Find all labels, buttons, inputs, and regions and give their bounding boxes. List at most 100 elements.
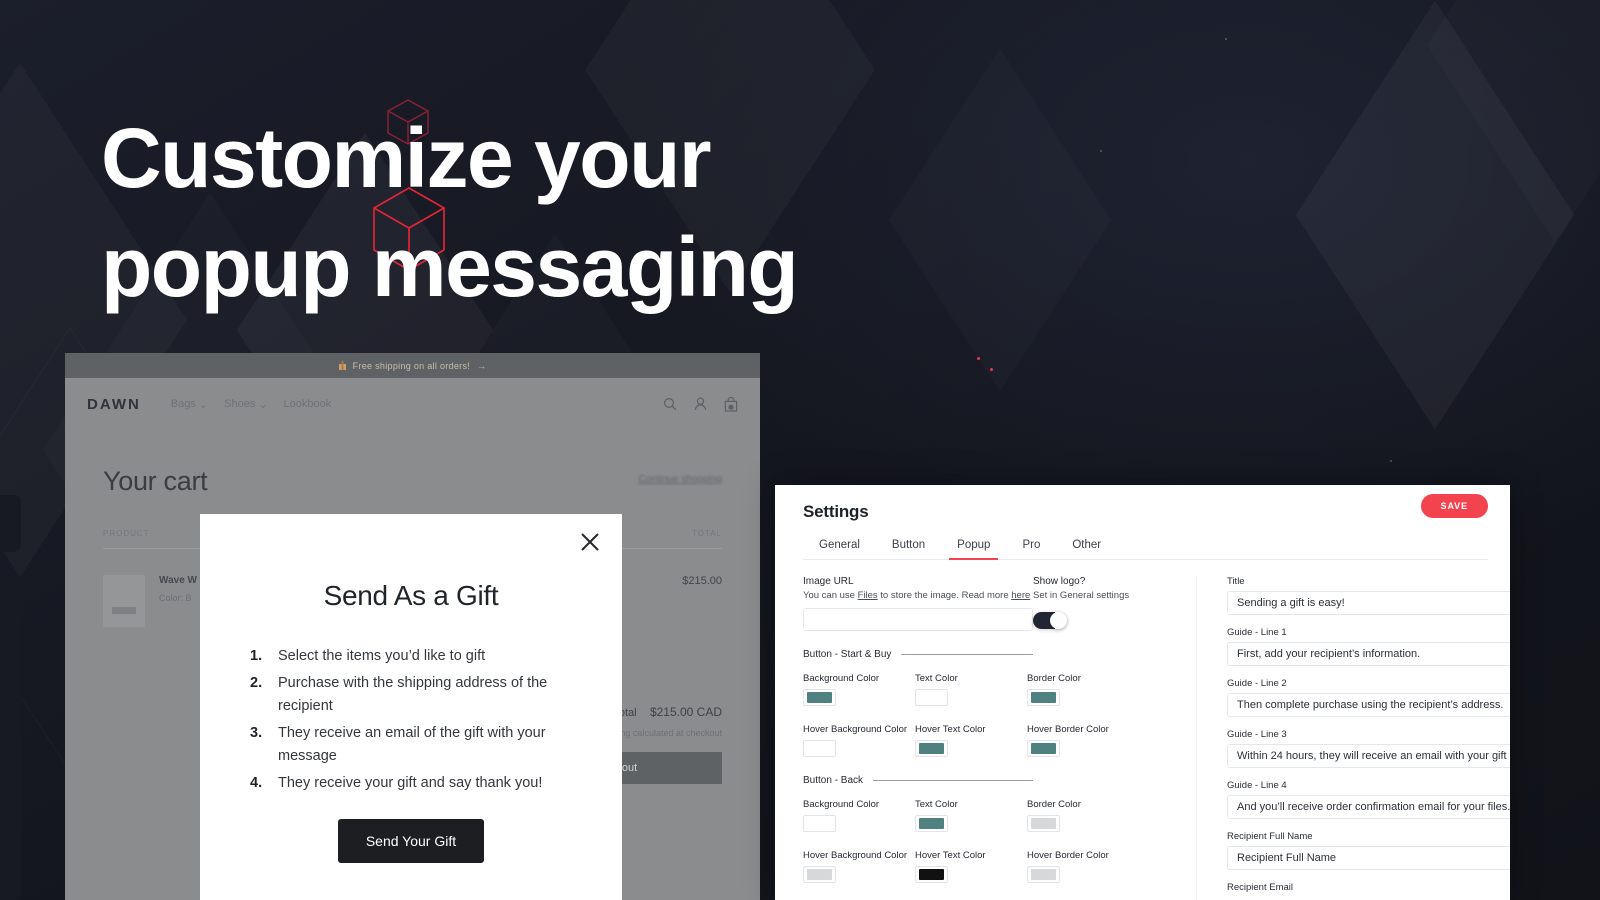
color-swatch	[807, 869, 832, 880]
color-row: Background Color Text Color Border Color	[803, 673, 1081, 706]
store-nav-links: Bags ⌄ Shoes ⌄ Lookbook	[171, 398, 331, 411]
settings-tabs: General Button Popup Pro Other	[803, 534, 1488, 560]
color-swatch-button[interactable]	[803, 866, 836, 883]
column-header-total: TOTAL	[691, 529, 722, 538]
image-url-field: Image URL You can use Files to store the…	[803, 576, 1033, 631]
section-title-button-back: Button - Back	[803, 775, 1033, 786]
help-text-mid: to store the image. Read more	[877, 590, 1012, 601]
list-item: They receive your gift and say thank you…	[250, 772, 543, 795]
continue-shopping-link[interactable]: Continue shopping	[639, 474, 722, 485]
field-guide-line-4: Guide - Line 4 And you’ll receive order …	[1227, 780, 1510, 819]
color-swatch-button[interactable]	[915, 866, 948, 883]
color-swatch-button[interactable]	[915, 815, 948, 832]
guide-line-3-input[interactable]: Within 24 hours, they will receive an em…	[1227, 744, 1510, 768]
cart-icon[interactable]	[724, 396, 738, 412]
color-field: Hover Text Color	[915, 724, 1027, 757]
subtotal-value: $215.00 CAD	[649, 705, 722, 719]
color-swatch-button[interactable]	[915, 689, 948, 706]
section-title-button-start-buy: Button - Start & Buy	[803, 649, 1033, 660]
color-row: Background Color Text Color Border Color	[803, 799, 1081, 832]
color-row: Hover Background Color Hover Text Color …	[803, 850, 1109, 883]
here-link[interactable]: here	[1011, 590, 1030, 601]
list-item: They receive an email of the gift with y…	[250, 722, 546, 764]
guide-line-4-input[interactable]: And you’ll receive order confirmation em…	[1227, 795, 1510, 819]
color-label: Hover Background Color	[803, 850, 908, 861]
hero-headline-line-2: popup messaging	[101, 220, 799, 315]
settings-body: Image URL You can use Files to store the…	[775, 560, 1510, 900]
color-field: Hover Background Color	[803, 850, 915, 883]
hero-headline: Customize your popup messaging	[101, 104, 1001, 322]
page-title: Settings	[803, 502, 869, 521]
color-swatch-button[interactable]	[803, 740, 836, 757]
search-icon[interactable]	[663, 397, 677, 411]
announcement-arrow-icon: →	[477, 360, 487, 371]
color-label: Text Color	[915, 673, 958, 684]
product-info: Wave W Color: B	[159, 575, 197, 603]
color-swatch-button[interactable]	[803, 815, 836, 832]
field-guide-line-1: Guide - Line 1 First, add your recipient…	[1227, 627, 1510, 666]
cart-title: Your cart	[103, 466, 208, 496]
color-swatch	[919, 869, 944, 880]
field-label: Guide - Line 1	[1227, 627, 1287, 638]
nav-label: Shoes	[224, 398, 256, 410]
guide-line-2-input[interactable]: Then complete purchase using the recipie…	[1227, 693, 1510, 717]
color-field: Background Color	[803, 673, 915, 706]
field-label: Recipient Email	[1227, 882, 1293, 893]
column-header-product: PRODUCT	[103, 529, 150, 538]
chevron-down-icon: ⌄	[198, 398, 209, 411]
field-label: Guide - Line 3	[1227, 729, 1287, 740]
nav-item-lookbook[interactable]: Lookbook	[284, 398, 332, 410]
sidebar-accent-top	[0, 495, 21, 552]
recipient-full-name-input[interactable]: Recipient Full Name	[1227, 846, 1510, 870]
field-label: Title	[1227, 576, 1245, 587]
tab-button[interactable]: Button	[876, 534, 941, 559]
color-field: Hover Background Color	[803, 724, 915, 757]
image-url-input[interactable]	[803, 608, 1033, 631]
color-swatch	[919, 818, 944, 829]
settings-column-middle: Show logo? Set in General settings	[1033, 576, 1178, 900]
product-variant: Color: B	[159, 593, 192, 603]
speck-red	[990, 368, 993, 371]
account-icon[interactable]	[694, 397, 707, 411]
speck	[1100, 150, 1102, 152]
field-guide-line-3: Guide - Line 3 Within 24 hours, they wil…	[1227, 729, 1510, 768]
guide-line-1-input[interactable]: First, add your recipient’s information.	[1227, 642, 1510, 666]
color-label: Background Color	[803, 673, 880, 684]
list-item: Select the items you’d like to gift	[250, 645, 486, 668]
tab-general[interactable]: General	[803, 534, 876, 559]
tab-popup[interactable]: Popup	[941, 534, 1006, 560]
field-label: Guide - Line 2	[1227, 678, 1287, 689]
title-input[interactable]: Sending a gift is easy!	[1227, 591, 1510, 615]
show-logo-label: Show logo?	[1033, 576, 1086, 587]
divider	[873, 780, 1033, 781]
product-price: $215.00	[682, 575, 722, 587]
nav-item-bags[interactable]: Bags ⌄	[171, 398, 208, 411]
color-swatch-button[interactable]	[803, 689, 836, 706]
help-text-pre: You can use	[803, 590, 858, 601]
image-url-help: You can use Files to store the image. Re…	[803, 590, 1033, 601]
gift-icon	[338, 361, 346, 370]
tab-pro[interactable]: Pro	[1006, 534, 1056, 559]
toggle-knob	[1050, 612, 1067, 629]
store-logo[interactable]: DAWN	[87, 396, 141, 413]
page-root: Customize your popup messaging Free ship…	[0, 0, 1600, 900]
popup-steps-list: Select the items you’d like to gift Purc…	[248, 645, 574, 795]
color-swatch-button[interactable]	[915, 740, 948, 757]
save-button[interactable]: SAVE	[1420, 494, 1488, 518]
show-logo-toggle[interactable]	[1033, 612, 1067, 629]
send-your-gift-button[interactable]: Send Your Gift	[337, 818, 485, 863]
color-swatch	[807, 818, 832, 829]
popup-title: Send As a Gift	[323, 580, 499, 611]
color-field: Text Color	[915, 799, 1027, 832]
announcement-text: Free shipping on all orders!	[352, 360, 471, 371]
settings-column-left: Image URL You can use Files to store the…	[803, 576, 1109, 900]
show-logo-help: Set in General settings	[1033, 590, 1130, 601]
nav-item-shoes[interactable]: Shoes ⌄	[224, 398, 267, 411]
tab-other[interactable]: Other	[1056, 534, 1117, 559]
files-link[interactable]: Files	[858, 590, 878, 601]
color-label: Hover Text Color	[915, 850, 986, 861]
settings-panel: Settings SAVE General Button Popup Pro O…	[775, 485, 1510, 900]
close-icon[interactable]	[578, 530, 602, 554]
field-recipient-full-name: Recipient Full Name Recipient Full Name	[1227, 831, 1510, 870]
list-item: Purchase with the shipping address of th…	[250, 672, 548, 714]
